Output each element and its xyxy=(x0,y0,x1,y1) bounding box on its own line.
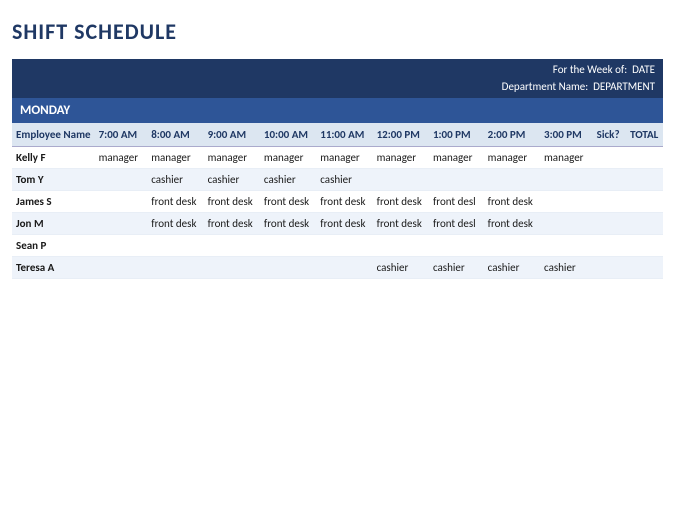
day-header: MONDAY xyxy=(12,98,663,123)
schedule-cell: front desk xyxy=(316,191,372,213)
schedule-cell xyxy=(540,191,593,213)
schedule-cell xyxy=(260,257,316,279)
employee-name: Kelly F xyxy=(12,147,95,169)
dept-label: Department Name: DEPARTMENT xyxy=(502,79,655,96)
schedule-cell xyxy=(593,147,626,169)
col-header-total: TOTAL xyxy=(626,123,663,147)
employee-name: Tom Y xyxy=(12,169,95,191)
schedule-cell: front desk xyxy=(204,213,260,235)
table-row: James Sfront deskfront deskfront deskfro… xyxy=(12,191,663,213)
week-label: For the Week of: DATE xyxy=(553,62,655,79)
schedule-cell: manager xyxy=(316,147,372,169)
col-header-10am: 10:00 AM xyxy=(260,123,316,147)
schedule-cell xyxy=(540,213,593,235)
schedule-cell: front desk xyxy=(373,213,429,235)
schedule-cell xyxy=(316,257,372,279)
table-row: Teresa Acashiercashiercashiercashier xyxy=(12,257,663,279)
schedule-cell: manager xyxy=(147,147,203,169)
employee-name: Sean P xyxy=(12,235,95,257)
schedule-cell xyxy=(593,235,626,257)
schedule-cell xyxy=(593,213,626,235)
schedule-cell xyxy=(429,169,484,191)
schedule-cell xyxy=(626,213,663,235)
schedule-cell: front desk xyxy=(484,191,540,213)
schedule-cell: cashier xyxy=(204,169,260,191)
schedule-cell: manager xyxy=(429,147,484,169)
schedule-cell: front desk xyxy=(147,191,203,213)
schedule-cell xyxy=(204,235,260,257)
employee-name: Jon M xyxy=(12,213,95,235)
schedule-cell: front desk xyxy=(260,191,316,213)
schedule-cell: front desk xyxy=(484,213,540,235)
schedule-cell: cashier xyxy=(147,169,203,191)
col-header-8am: 8:00 AM xyxy=(147,123,203,147)
schedule-cell xyxy=(626,191,663,213)
schedule-cell xyxy=(95,235,148,257)
schedule-cell: cashier xyxy=(260,169,316,191)
schedule-cell: front desl xyxy=(429,191,484,213)
col-header-name: Employee Name xyxy=(12,123,95,147)
schedule-cell: front desk xyxy=(316,213,372,235)
table-row: Jon Mfront deskfront deskfront deskfront… xyxy=(12,213,663,235)
schedule-cell xyxy=(429,235,484,257)
schedule-cell xyxy=(593,169,626,191)
schedule-cell: manager xyxy=(95,147,148,169)
schedule-cell: cashier xyxy=(540,257,593,279)
schedule-cell: front desk xyxy=(204,191,260,213)
table-row: Kelly Fmanagermanagermanagermanagermanag… xyxy=(12,147,663,169)
column-headers: Employee Name 7:00 AM 8:00 AM 9:00 AM 10… xyxy=(12,123,663,147)
schedule-cell xyxy=(540,235,593,257)
col-header-3pm: 3:00 PM xyxy=(540,123,593,147)
schedule-cell xyxy=(260,235,316,257)
schedule-cell xyxy=(95,213,148,235)
schedule-cell: manager xyxy=(204,147,260,169)
employee-name: James S xyxy=(12,191,95,213)
table-row: Sean P xyxy=(12,235,663,257)
schedule-cell: front desk xyxy=(373,191,429,213)
schedule-cell: manager xyxy=(373,147,429,169)
col-header-1pm: 1:00 PM xyxy=(429,123,484,147)
table-row: Tom Ycashiercashiercashiercashier xyxy=(12,169,663,191)
col-header-9am: 9:00 AM xyxy=(204,123,260,147)
schedule-cell xyxy=(95,169,148,191)
col-header-12pm: 12:00 PM xyxy=(373,123,429,147)
schedule-cell xyxy=(373,235,429,257)
col-header-11am: 11:00 AM xyxy=(316,123,372,147)
schedule-cell xyxy=(316,235,372,257)
schedule-cell: front desl xyxy=(429,213,484,235)
col-header-7am: 7:00 AM xyxy=(95,123,148,147)
col-header-sick: Sick? xyxy=(593,123,626,147)
schedule-cell: manager xyxy=(260,147,316,169)
schedule-cell: front desk xyxy=(147,213,203,235)
schedule-cell xyxy=(626,147,663,169)
schedule-cell xyxy=(147,257,203,279)
schedule-cell: cashier xyxy=(316,169,372,191)
schedule-cell xyxy=(593,257,626,279)
schedule-cell: manager xyxy=(484,147,540,169)
schedule-cell xyxy=(626,235,663,257)
schedule-cell xyxy=(373,169,429,191)
week-info-bar: For the Week of: DATE Department Name: D… xyxy=(12,59,663,98)
col-header-2pm: 2:00 PM xyxy=(484,123,540,147)
page-title: SHIFT SCHEDULE xyxy=(12,18,663,45)
schedule-cell xyxy=(95,257,148,279)
schedule-cell xyxy=(540,169,593,191)
schedule-cell: cashier xyxy=(429,257,484,279)
schedule-cell xyxy=(484,169,540,191)
schedule-cell: manager xyxy=(540,147,593,169)
schedule-cell xyxy=(147,235,203,257)
schedule-cell xyxy=(593,191,626,213)
schedule-cell xyxy=(484,235,540,257)
schedule-cell xyxy=(204,257,260,279)
schedule-cell xyxy=(626,169,663,191)
schedule-table: Employee Name 7:00 AM 8:00 AM 9:00 AM 10… xyxy=(12,123,663,279)
schedule-cell: front desk xyxy=(260,213,316,235)
employee-name: Teresa A xyxy=(12,257,95,279)
schedule-cell xyxy=(95,191,148,213)
schedule-cell xyxy=(626,257,663,279)
schedule-cell: cashier xyxy=(373,257,429,279)
schedule-cell: cashier xyxy=(484,257,540,279)
